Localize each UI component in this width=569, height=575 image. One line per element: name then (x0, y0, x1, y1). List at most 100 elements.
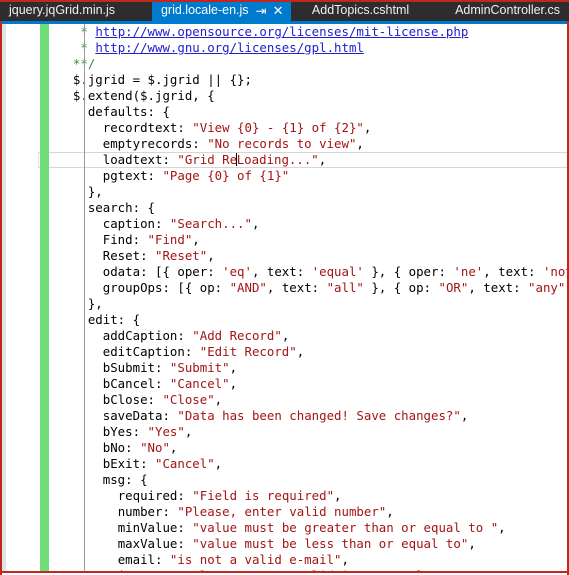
focus-border-top (0, 0, 569, 2)
code-line[interactable]: emptyrecords: "No records to view", (2, 136, 567, 152)
code-text: email: (117, 552, 170, 567)
tab-spacer (418, 0, 446, 21)
code-text: caption: (102, 216, 170, 231)
code-line[interactable]: bSubmit: "Submit", (2, 360, 567, 376)
code-line[interactable]: $.extend($.jgrid, { (2, 88, 567, 104)
code-line[interactable]: addCaption: "Add Record", (2, 328, 567, 344)
code-text: , text: (251, 264, 312, 279)
code-text: , (386, 504, 394, 519)
code-line[interactable]: number: "Please, enter valid number", (2, 504, 567, 520)
code-text: , (214, 456, 223, 471)
tab-jquery-jqgrid-min-js[interactable]: jquery.jqGrid.min.js (0, 0, 125, 21)
code-line[interactable]: required: "Field is required", (2, 488, 567, 504)
code-line[interactable]: * http://www.gnu.org/licenses/gpl.html (2, 40, 567, 56)
code-string: "Search..." (169, 216, 252, 231)
code-line[interactable]: caption: "Search...", (2, 216, 567, 232)
code-text: }, (87, 296, 103, 311)
code-line[interactable]: email: "is not a valid e-mail", (2, 552, 567, 568)
code-text: , (214, 392, 223, 407)
code-string: "No records to view" (207, 136, 357, 151)
code-line[interactable]: bCancel: "Cancel", (2, 376, 567, 392)
code-line[interactable]: search: { (2, 200, 567, 216)
code-line[interactable]: msg: { (2, 472, 567, 488)
code-line[interactable]: bClose: "Close", (2, 392, 567, 408)
code-text: , text: (468, 280, 529, 295)
code-string: "No" (140, 440, 170, 455)
code-string: "all" (326, 280, 364, 295)
tab-admincontroller-cs[interactable]: AdminController.cs (446, 0, 569, 21)
code-text: , text: (483, 264, 543, 279)
code-text: $.extend($.jgrid, { (72, 88, 215, 103)
code-string: "AND" (229, 280, 267, 295)
tab-label: AddTopics.cshtml (311, 3, 410, 17)
code-text: maxValue: (117, 536, 193, 551)
code-text: bYes: (102, 424, 148, 439)
code-line[interactable]: bNo: "No", (2, 440, 567, 456)
code-line[interactable]: minValue: "value must be greater than or… (2, 520, 567, 536)
code-line[interactable]: odata: [{ oper: 'eq', text: 'equal' }, {… (2, 264, 567, 280)
code-string: "Field is required" (192, 488, 335, 503)
code-text: , (251, 216, 260, 231)
code-editor[interactable]: * http://www.opensource.org/licenses/mit… (2, 24, 567, 573)
code-line[interactable]: pgtext: "Page {0} of {1}" (2, 168, 567, 184)
close-icon[interactable]: ✕ (270, 4, 287, 17)
code-line[interactable]: $.jgrid = $.jgrid || {}; (2, 72, 567, 88)
code-line[interactable]: **/ (2, 56, 567, 72)
tab-grid-locale-en-js[interactable]: grid.locale-en.js ⇥ ✕ (151, 0, 291, 21)
code-text: , (229, 360, 238, 375)
code-line[interactable]: bExit: "Cancel", (2, 456, 567, 472)
code-line[interactable]: editCaption: "Edit Record", (2, 344, 567, 360)
code-line[interactable]: bYes: "Yes", (2, 424, 567, 440)
code-line[interactable]: * http://www.opensource.org/licenses/mit… (2, 24, 567, 40)
code-link[interactable]: http://www.gnu.org/licenses/gpl.html (95, 40, 364, 55)
code-line[interactable]: defaults: { (2, 104, 567, 120)
code-text: , (460, 408, 469, 423)
code-text: msg: { (102, 472, 148, 487)
code-text: $.jgrid = $.jgrid || {}; (72, 72, 252, 87)
code-line-current[interactable]: loadtext: "Grid ReLoading...", (2, 152, 567, 168)
code-line[interactable]: edit: { (2, 312, 567, 328)
code-text: defaults: { (87, 104, 170, 119)
code-line[interactable]: groupOps: [{ op: "AND", text: "all" }, {… (2, 280, 567, 296)
code-text: bSubmit: (102, 360, 170, 375)
tab-label: jquery.jqGrid.min.js (9, 3, 116, 17)
code-string: "Submit" (169, 360, 230, 375)
code-link[interactable]: http://www.opensource.org/licenses/mit-l… (95, 24, 468, 39)
code-line[interactable]: }, (2, 184, 567, 200)
code-line[interactable]: saveData: "Data has been changed! Save c… (2, 408, 567, 424)
code-text: number: (117, 504, 178, 519)
code-string: "Add Record" (192, 328, 282, 343)
code-string: "Cancel" (169, 376, 230, 391)
code-text: }, (87, 184, 103, 199)
pin-icon[interactable]: ⇥ (255, 5, 266, 17)
code-string: "value must be greater than or equal to … (192, 520, 499, 535)
tab-addtopics-cshtml[interactable]: AddTopics.cshtml (302, 0, 419, 21)
code-line[interactable]: Reset: "Reset", (2, 248, 567, 264)
code-line[interactable]: maxValue: "value must be less than or eq… (2, 536, 567, 552)
code-lines[interactable]: * http://www.opensource.org/licenses/mit… (2, 24, 567, 573)
tab-spacer (124, 0, 152, 21)
code-string: "Edit Record" (199, 344, 297, 359)
code-line[interactable]: }, (2, 296, 567, 312)
code-line[interactable]: recordtext: "View {0} - {1} of {2}", (2, 120, 567, 136)
code-string: 'not e (542, 264, 567, 279)
editor-tab-bar: jquery.jqGrid.min.js grid.locale-en.js ⇥… (0, 0, 569, 21)
code-text: saveData: (102, 408, 178, 423)
code-line[interactable]: Find: "Find", (2, 232, 567, 248)
